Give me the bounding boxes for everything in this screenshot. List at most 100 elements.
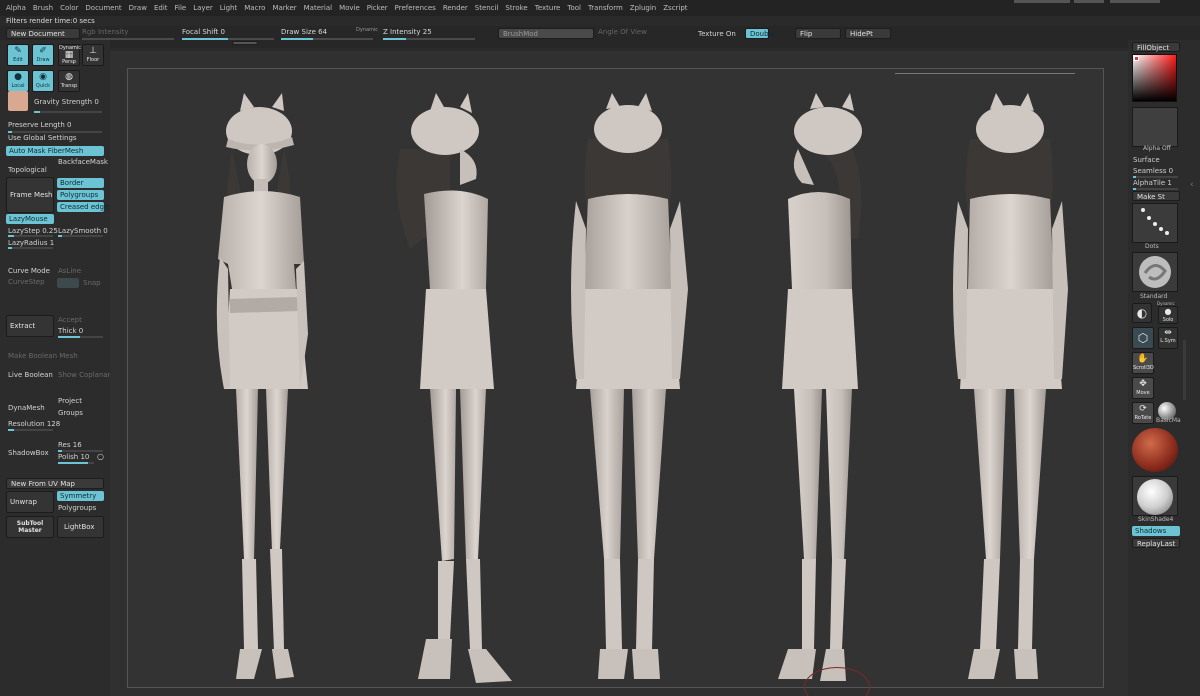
new-document-button[interactable]: New Document [6, 28, 80, 39]
gravity-strength-label[interactable]: Gravity Strength 0 [34, 98, 99, 106]
lazystep-slider[interactable]: LazyStep 0.25 [8, 227, 58, 235]
polish-track[interactable] [58, 462, 94, 464]
asline-toggle[interactable]: AsLine [58, 267, 81, 275]
topological-toggle[interactable]: Topological [8, 166, 47, 174]
backface-mask-toggle[interactable]: BackfaceMask [58, 158, 108, 166]
basic-material-label[interactable]: BasicMa [1156, 417, 1181, 424]
right-panel-scrollbar[interactable] [1183, 340, 1186, 400]
thick-track[interactable] [58, 336, 103, 338]
focal-shift-handle[interactable] [232, 41, 258, 45]
polygroups-toggle[interactable]: Polygroups [57, 190, 104, 200]
menu-marker[interactable]: Marker [272, 4, 296, 12]
lazysmooth-slider[interactable]: LazySmooth 0 [58, 227, 108, 235]
lazyradius-track[interactable] [8, 247, 53, 249]
double-button[interactable]: Double [745, 28, 775, 39]
fill-object-button[interactable]: FillObject [1132, 42, 1180, 52]
standard-brush-thumbnail[interactable] [1132, 252, 1178, 292]
menu-layer[interactable]: Layer [193, 4, 213, 12]
menu-preferences[interactable]: Preferences [395, 4, 436, 12]
rotate-icon[interactable]: ⟳ RoTate [1132, 402, 1154, 424]
res-slider[interactable]: Res 16 [58, 441, 82, 449]
dynamic-label[interactable]: Dynamic [356, 27, 378, 33]
resolution-slider[interactable]: Resolution 128 [8, 420, 60, 428]
unwrap-button[interactable]: Unwrap [6, 491, 54, 513]
thick-slider[interactable]: Thick 0 [58, 327, 83, 335]
preserve-length-track[interactable] [8, 131, 102, 133]
dynamic-icon[interactable]: ◐ [1132, 303, 1152, 323]
draw-icon[interactable]: ✐ Draw [32, 44, 54, 66]
replay-last-button[interactable]: ReplayLast [1132, 538, 1180, 548]
lazyradius-slider[interactable]: LazyRadius 1 [8, 239, 54, 247]
shadows-toggle[interactable]: Shadows [1132, 526, 1180, 536]
menu-material[interactable]: Material [304, 4, 332, 12]
z-intensity-slider[interactable]: Z Intensity 25 [383, 28, 475, 42]
alpha-off-label[interactable]: Alpha Off [1143, 145, 1171, 152]
polish-circle-icon[interactable]: ○ [97, 452, 104, 461]
curve-toggle-dim[interactable] [57, 278, 79, 288]
flip-button[interactable]: Flip [795, 28, 841, 39]
make-boolean-mesh-button[interactable]: Make Boolean Mesh [8, 352, 78, 360]
menu-draw[interactable]: Draw [129, 4, 147, 12]
polygroups-uv-toggle[interactable]: Polygroups [58, 504, 96, 512]
seamless-slider[interactable]: Seamless 0 [1133, 167, 1173, 175]
angle-of-view-slider[interactable]: Angle Of View [598, 28, 668, 42]
menu-file[interactable]: File [175, 4, 187, 12]
make-st-button[interactable]: Make St [1132, 191, 1180, 201]
menu-render[interactable]: Render [443, 4, 468, 12]
dynamesh-button[interactable]: DynaMesh [8, 404, 45, 412]
menu-texture[interactable]: Texture [535, 4, 561, 12]
alphatile-slider[interactable]: AlphaTile 1 [1133, 179, 1172, 187]
new-from-uv-map-button[interactable]: New From UV Map [6, 478, 104, 489]
use-global-settings[interactable]: Use Global Settings [8, 134, 77, 142]
skinshade-thumbnail[interactable] [1132, 476, 1178, 516]
live-boolean-toggle[interactable]: Live Boolean [8, 371, 53, 379]
canvas[interactable] [127, 68, 1104, 696]
creased-edges-toggle[interactable]: Creased edges [57, 202, 112, 212]
transp-icon[interactable]: ◍ Transp [58, 70, 80, 92]
menu-alpha[interactable]: Alpha [6, 4, 26, 12]
project-toggle[interactable]: Project [58, 397, 82, 405]
move-icon[interactable]: ✥ Move [1132, 377, 1154, 399]
menu-stencil[interactable]: Stencil [475, 4, 499, 12]
frame-mesh-button[interactable]: Frame Mesh [6, 177, 54, 213]
surface-label[interactable]: Surface [1133, 156, 1160, 164]
floor-icon[interactable]: ⊥ Floor [82, 44, 104, 66]
alphatile-track[interactable] [1133, 188, 1178, 190]
alpha-thumbnail[interactable] [1132, 107, 1178, 147]
menu-transform[interactable]: Transform [588, 4, 623, 12]
gravity-icon[interactable] [8, 91, 28, 111]
color-material-sphere[interactable] [1132, 428, 1178, 472]
menu-macro[interactable]: Macro [244, 4, 265, 12]
edit-icon[interactable]: ✎ Edit [7, 44, 29, 66]
curvestep-slider[interactable]: CurveStep [8, 278, 45, 286]
stroke-dots-thumbnail[interactable] [1132, 203, 1178, 243]
quick-icon[interactable]: ◉ Quick [32, 70, 54, 92]
menu-zplugin[interactable]: Zplugin [630, 4, 656, 12]
menu-color[interactable]: Color [60, 4, 78, 12]
gravity-strength-track[interactable] [34, 111, 102, 113]
accept-button[interactable]: Accept [58, 316, 82, 324]
menu-edit[interactable]: Edit [154, 4, 168, 12]
local-icon[interactable]: ● Local [7, 70, 29, 92]
lsym-icon[interactable]: ⇹ L.Sym [1158, 327, 1178, 349]
brushmod-button[interactable]: BrushMod [498, 28, 594, 39]
lazysmooth-track[interactable] [58, 235, 103, 237]
menu-stroke[interactable]: Stroke [505, 4, 527, 12]
preserve-length-label[interactable]: Preserve Length 0 [8, 121, 71, 129]
menu-light[interactable]: Light [220, 4, 237, 12]
symmetry-toggle[interactable]: Symmetry [57, 491, 104, 501]
menu-tool[interactable]: Tool [567, 4, 581, 12]
menu-document[interactable]: Document [85, 4, 121, 12]
shadowbox-button[interactable]: ShadowBox [8, 449, 49, 457]
lazymouse-toggle[interactable]: LazyMouse [6, 214, 54, 224]
hidept-button[interactable]: HidePt [845, 28, 891, 39]
menu-picker[interactable]: Picker [367, 4, 388, 12]
groups-toggle[interactable]: Groups [58, 409, 83, 417]
standard-label[interactable]: Standard [1140, 293, 1167, 300]
lazystep-track[interactable] [8, 235, 53, 237]
focal-shift-slider[interactable]: Focal Shift 0 [182, 28, 274, 42]
curve-mode-toggle[interactable]: Curve Mode [8, 267, 50, 275]
auto-mask-fibermesh-toggle[interactable]: Auto Mask FiberMesh [6, 146, 104, 156]
extract-button[interactable]: Extract [6, 315, 54, 337]
polish-slider[interactable]: Polish 10 [58, 453, 89, 461]
